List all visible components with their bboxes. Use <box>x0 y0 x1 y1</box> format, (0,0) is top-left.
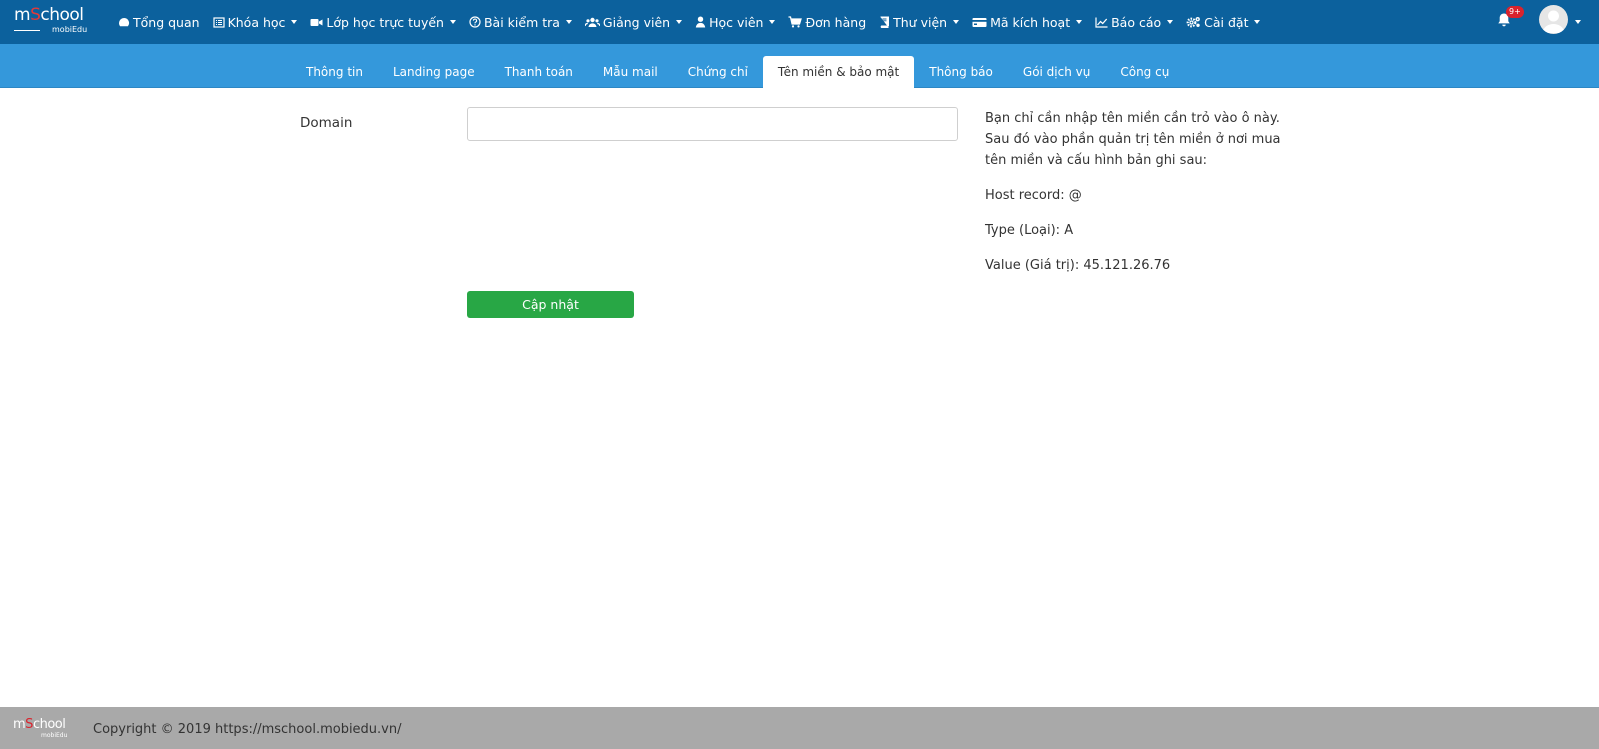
tab-3[interactable]: Mẫu mail <box>588 56 673 88</box>
help-intro: Bạn chỉ cần nhập tên miền cần trỏ vào ô … <box>985 111 1281 168</box>
settings-tabs: Thông tin Landing page Thanh toán Mẫu mail C… <box>291 56 1184 88</box>
chevron-down-icon <box>449 20 456 24</box>
tab-2[interactable]: Thanh toán <box>490 56 588 88</box>
nav-item-5[interactable]: Học viên <box>695 14 776 30</box>
nav-item-label: Giảng viên <box>602 14 671 30</box>
chevron-down-icon <box>953 20 960 24</box>
nav-item-6[interactable]: Đơn hàng <box>788 15 866 30</box>
nav-item-8[interactable]: Mã kích hoạt <box>972 14 1083 30</box>
avatar[interactable] <box>1539 5 1568 34</box>
nav-item-label: Thư viện <box>893 14 948 30</box>
chevron-down-icon <box>769 20 776 24</box>
main-nav: Tổng quan Khóa học Lớp học trực tuyến Bài k… <box>118 0 1273 44</box>
top-navbar: mSchool mobiEdu Tổng quan Khóa học Lớp học… <box>0 0 1599 44</box>
logo-text: mSchool <box>14 5 84 25</box>
notification-badge: 9+ <box>1506 6 1524 18</box>
tab-7[interactable]: Gói dịch vụ <box>1008 56 1105 88</box>
tab-5[interactable]: Tên miền & bảo mật <box>762 56 915 88</box>
nav-item-label: Học viên <box>709 14 764 30</box>
nav-item-9[interactable]: Báo cáo <box>1095 14 1174 30</box>
chevron-down-icon <box>565 20 572 24</box>
nav-item-label: Mã kích hoạt <box>990 14 1071 30</box>
nav-item-label: Đơn hàng <box>805 14 867 30</box>
nav-item-label: Bài kiểm tra <box>483 14 560 30</box>
settings-tab-bar: Thông tin Landing page Thanh toán Mẫu mail C… <box>0 44 1599 88</box>
help-type: Type (Loại): A <box>985 223 1074 238</box>
book-icon <box>879 16 890 28</box>
domain-help-text: Bạn chỉ cần nhập tên miền cần trỏ vào ô … <box>985 108 1303 290</box>
tab-8[interactable]: Công cụ <box>1105 56 1184 88</box>
chevron-down-icon <box>291 20 298 24</box>
footer-logo-text: mSchool <box>13 717 66 732</box>
dashboard-icon <box>118 17 130 28</box>
tab-6[interactable]: Thông báo <box>914 56 1008 88</box>
logo-subtext: mobiEdu <box>52 25 88 34</box>
chevron-down-icon[interactable] <box>1575 20 1581 24</box>
nav-item-label: Lớp học trực tuyến <box>326 14 444 30</box>
cart-icon <box>788 16 803 28</box>
list-icon <box>212 16 225 28</box>
nav-item-label: Tổng quan <box>133 14 200 30</box>
nav-item-2[interactable]: Lớp học trực tuyến <box>310 15 456 30</box>
domain-input[interactable] <box>467 107 958 141</box>
nav-item-7[interactable]: Thư viện <box>879 14 960 30</box>
nav-item-label: Cài đặt <box>1204 14 1249 30</box>
tab-4[interactable]: Chứng chỉ <box>673 56 763 88</box>
nav-item-4[interactable]: Giảng viên <box>584 14 683 30</box>
video-camera-icon <box>310 17 323 28</box>
user-avatar-icon <box>1542 10 1565 33</box>
help-value: Value (Giá trị): 45.121.26.76 <box>985 258 1171 273</box>
chevron-down-icon <box>676 20 683 24</box>
tab-0[interactable]: Thông tin <box>291 56 378 88</box>
user-icon <box>695 16 706 28</box>
line-chart-icon <box>1095 17 1108 28</box>
gears-icon <box>1186 16 1201 28</box>
nav-item-3[interactable]: Bài kiểm tra <box>469 15 572 30</box>
domain-label: Domain <box>300 115 353 131</box>
nav-item-label: Khóa học <box>227 14 286 30</box>
tab-1[interactable]: Landing page <box>378 56 490 88</box>
chevron-down-icon <box>1254 20 1261 24</box>
nav-item-0[interactable]: Tổng quan <box>118 15 200 30</box>
users-icon <box>584 17 600 28</box>
footer-copyright: Copyright © 2019 https://mschool.mobiedu… <box>93 722 402 737</box>
nav-item-label: Báo cáo <box>1111 14 1162 30</box>
app-logo[interactable]: mSchool mobiEdu <box>14 5 102 35</box>
question-circle-icon <box>469 16 481 28</box>
footer-logo-subtext: mobiEdu <box>41 732 68 739</box>
credit-card-icon <box>972 17 987 28</box>
chevron-down-icon <box>1076 20 1083 24</box>
footer-logo: mSchool mobiEdu <box>13 717 73 739</box>
logo-line <box>14 30 40 31</box>
nav-item-1[interactable]: Khóa học <box>212 14 298 30</box>
nav-item-10[interactable]: Cài đặt <box>1186 14 1261 30</box>
update-button[interactable]: Cập nhật <box>467 291 634 318</box>
help-host-record: Host record: @ <box>985 188 1082 203</box>
chevron-down-icon <box>1167 20 1174 24</box>
